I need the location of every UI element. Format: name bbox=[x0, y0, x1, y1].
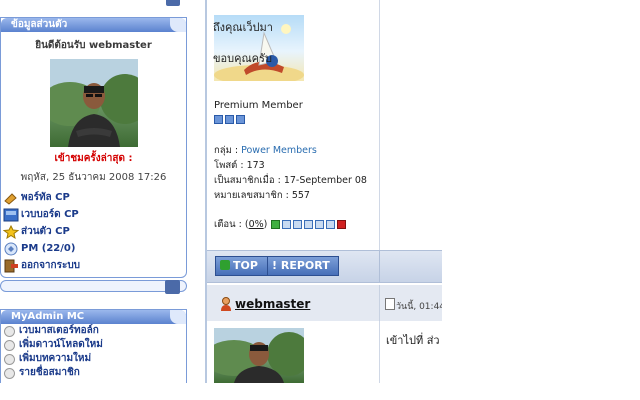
warn-box-icon bbox=[315, 220, 325, 229]
report-button-label: ! REPORT bbox=[272, 259, 330, 272]
bullet-icon bbox=[4, 339, 15, 351]
arrow-up-icon bbox=[220, 260, 230, 270]
rank-pip-icon bbox=[225, 115, 234, 124]
rank-pips bbox=[214, 115, 245, 124]
bullet-icon bbox=[4, 367, 15, 379]
menu-item-personal-cp[interactable]: ส่วนตัว CP bbox=[3, 223, 186, 240]
warn-box-icon bbox=[282, 220, 292, 229]
profile-panel: ข้อมูลส่วนตัว ยินดีต้อนรับ webmaster เข้… bbox=[0, 17, 187, 278]
admin-panel: MyAdmin MC เวบมาสเตอร์ทอล์ก เพิ่มดาวน์โห… bbox=[0, 309, 187, 383]
top-button[interactable]: TOP bbox=[215, 256, 271, 276]
sidebar: ข้อมูลส่วนตัว ยินดีต้อนรับ webmaster เข้… bbox=[0, 0, 189, 383]
column-divider bbox=[379, 285, 380, 321]
admin-link-label: เวบมาสเตอร์ทอล์ก bbox=[19, 325, 99, 336]
sidebar-divider bbox=[0, 280, 187, 292]
warn-minus-icon[interactable] bbox=[271, 220, 281, 229]
warn-box-icon bbox=[326, 220, 336, 229]
admin-link-webmaster-talk[interactable]: เวบมาสเตอร์ทอล์ก bbox=[1, 324, 186, 338]
avatar-photo bbox=[49, 59, 138, 147]
report-button[interactable]: ! REPORT bbox=[267, 256, 339, 276]
post-body bbox=[380, 0, 442, 250]
warn-plus-icon[interactable] bbox=[337, 220, 347, 229]
joined-date: เป็นสมาชิกเมื่อ : 17-September 08 bbox=[214, 175, 367, 186]
group-row: กลุ่ม : Power Members bbox=[214, 143, 367, 158]
panel-title-text: ข้อมูลส่วนตัว bbox=[11, 19, 68, 30]
post-author-name[interactable]: webmaster bbox=[235, 297, 310, 311]
admin-link-label: เพิ่มบทความใหม่ bbox=[19, 353, 92, 364]
menu-label: ส่วนตัว CP bbox=[21, 226, 70, 237]
forum-page: ข้อมูลส่วนตัว ยินดีต้อนรับ webmaster เข้… bbox=[0, 0, 442, 383]
group-label: กลุ่ม : bbox=[214, 145, 239, 156]
admin-title-text: MyAdmin MC bbox=[11, 311, 85, 322]
warning-level: เตือน : (0%) bbox=[214, 217, 347, 232]
panel-title: ข้อมูลส่วนตัว bbox=[1, 18, 186, 32]
user-stats: กลุ่ม : Power Members โพสต์ : 173 เป็นสม… bbox=[214, 143, 367, 203]
post-actions: TOP ! REPORT bbox=[207, 250, 442, 283]
menu-label: เวบบอร์ด CP bbox=[21, 209, 79, 220]
menu-item-pm[interactable]: PM (22/0) bbox=[3, 240, 186, 257]
avatar bbox=[49, 59, 138, 147]
logout-icon bbox=[4, 259, 18, 272]
thread-content: Premium Member กลุ่ม : Power Members โพส… bbox=[205, 0, 442, 383]
bullet-icon bbox=[4, 325, 15, 337]
post-date: วันนี้, 01:44 bbox=[396, 302, 442, 312]
portal-icon bbox=[4, 192, 17, 205]
pm-icon bbox=[4, 242, 18, 255]
post-message-line1: ถึงคุณเว็ปมา bbox=[213, 21, 273, 34]
menu-item-logout[interactable]: ออกจากระบบ bbox=[3, 257, 186, 274]
admin-link-add-article[interactable]: เพิ่มบทความใหม่ bbox=[1, 352, 186, 366]
post2-message: เข้าไปที่ ส่ว bbox=[386, 334, 440, 347]
admin-panel-title: MyAdmin MC bbox=[1, 310, 186, 324]
star-icon bbox=[3, 224, 19, 239]
group-value[interactable]: Power Members bbox=[241, 145, 317, 156]
welcome-text: ยินดีต้อนรับ webmaster bbox=[35, 40, 152, 51]
rank-pip-icon bbox=[214, 115, 223, 124]
last-visit-date: พฤหัส, 25 ธันวาคม 2008 17:26 bbox=[20, 172, 167, 183]
bullet-icon bbox=[4, 353, 15, 365]
menu-label: ออกจากระบบ bbox=[21, 260, 81, 271]
post-doc-icon bbox=[385, 298, 395, 310]
post-message-line2: ขอบคุณครับ bbox=[213, 52, 272, 65]
admin-link-label: เพิ่มดาวน์โหลดใหม่ bbox=[19, 339, 103, 350]
collapse-icon[interactable] bbox=[165, 280, 180, 294]
admin-link-add-download[interactable]: เพิ่มดาวน์โหลดใหม่ bbox=[1, 338, 186, 352]
rank-pip-icon bbox=[236, 115, 245, 124]
warn-label: เตือน : ( bbox=[214, 219, 249, 230]
avatar bbox=[214, 328, 304, 383]
board-icon bbox=[3, 208, 19, 221]
menu-label: พอร์ทัล CP bbox=[21, 192, 70, 203]
column-divider bbox=[379, 251, 380, 282]
warn-close: ) bbox=[263, 219, 268, 230]
user-icon bbox=[221, 297, 231, 311]
panel-corner bbox=[170, 310, 186, 324]
menu-item-portal-cp[interactable]: พอร์ทัล CP bbox=[3, 189, 186, 206]
warn-value[interactable]: 0% bbox=[249, 219, 264, 230]
admin-link-member-list[interactable]: รายชื่อสมาชิก bbox=[1, 366, 186, 380]
user-menu: พอร์ทัล CP เวบบอร์ด CP ส่วนตัว CP PM (22… bbox=[1, 189, 186, 274]
warn-box-icon bbox=[293, 220, 303, 229]
admin-link-label: รายชื่อสมาชิก bbox=[19, 367, 80, 378]
posts-count: โพสต์ : 173 bbox=[214, 160, 265, 171]
menu-item-board-cp[interactable]: เวบบอร์ด CP bbox=[3, 206, 186, 223]
panel-corner bbox=[170, 18, 186, 32]
top-button-label: TOP bbox=[233, 259, 258, 272]
member-number: หมายเลขสมาชิก : 557 bbox=[214, 190, 310, 201]
collapse-icon[interactable] bbox=[166, 0, 180, 6]
warn-box-icon bbox=[304, 220, 314, 229]
rank-title: Premium Member bbox=[214, 100, 303, 111]
menu-label: PM (22/0) bbox=[21, 243, 76, 254]
avatar-photo bbox=[214, 328, 304, 383]
last-visit-label: เข้าชมครั้งล่าสุด : bbox=[54, 153, 133, 164]
